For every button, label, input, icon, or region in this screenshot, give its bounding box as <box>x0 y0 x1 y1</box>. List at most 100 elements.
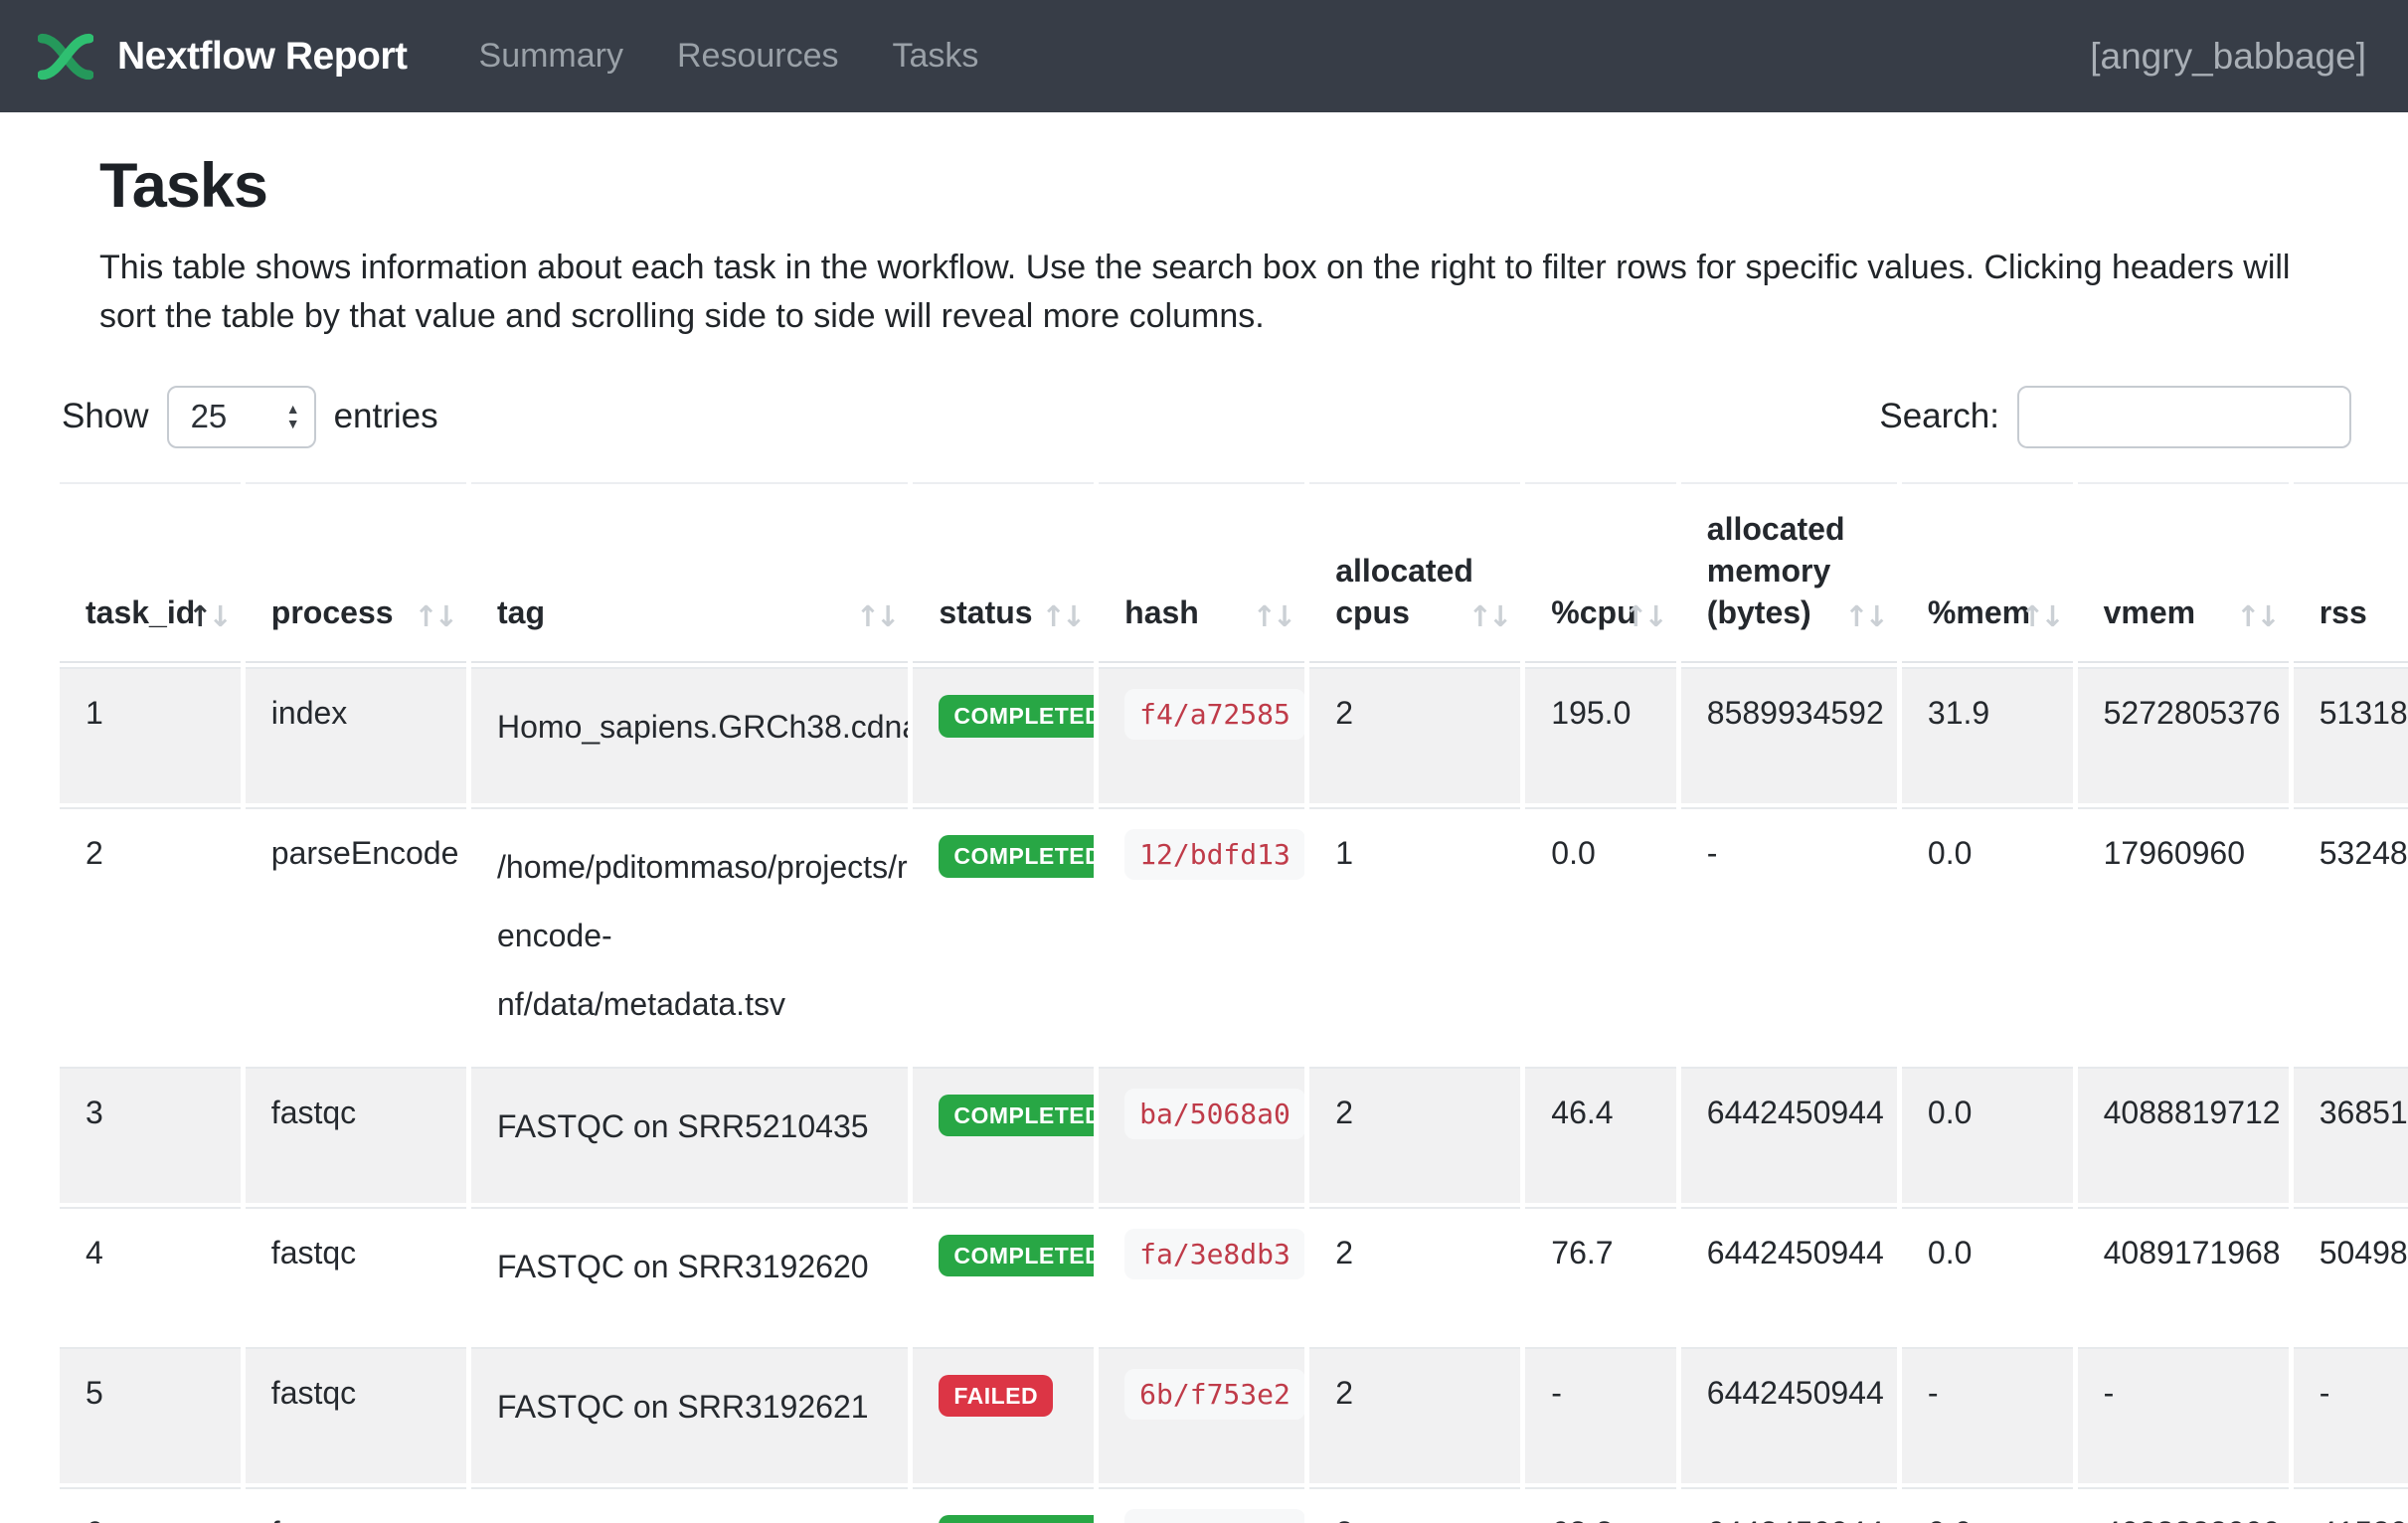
run-name: [angry_babbage] <box>2090 36 2366 78</box>
cell-hash: f4/a72585 <box>1099 667 1304 803</box>
cell-cpus: 1 <box>1309 807 1520 1062</box>
table-header-row: task_id↑↓process↑↓tag↑↓status↑↓hash↑↓all… <box>60 482 2408 664</box>
cell-cpus: 2 <box>1309 667 1520 803</box>
status-badge: COMPLETED <box>939 835 1094 877</box>
cell-rss: 53248000 <box>2294 807 2408 1062</box>
hash-code: ba/5068a0 <box>1124 1089 1304 1139</box>
cell-memory: - <box>1681 807 1897 1062</box>
main-content: Tasks This table shows information about… <box>0 150 2408 1523</box>
cell-task_id: 5 <box>60 1347 241 1483</box>
cell-task_id: 6 <box>60 1487 241 1523</box>
cell-pcpu: 46.4 <box>1525 1067 1676 1203</box>
cell-pcpu: 0.0 <box>1525 807 1676 1062</box>
column-header-vmem[interactable]: vmem ↑↓ <box>2078 482 2289 664</box>
sort-arrows-icon: ↑↓ <box>1042 597 1083 635</box>
column-label: task_id <box>86 594 195 630</box>
cell-memory: 6442450944 <box>1681 1207 1897 1343</box>
cell-pmem: 0.0 <box>1902 807 2073 1062</box>
hash-code: 12/bdfd13 <box>1124 829 1304 880</box>
tasks-table-wrapper: task_id↑↓process↑↓tag↑↓status↑↓hash↑↓all… <box>55 478 2408 1523</box>
cell-memory: 8589934592 <box>1681 667 1897 803</box>
table-row: 5fastqcFASTQC on SRR3192621FAILED 6b/f753… <box>60 1347 2408 1483</box>
nav-item-summary[interactable]: Summary <box>479 37 623 76</box>
cell-cpus: 2 <box>1309 1347 1520 1483</box>
table-row: 2parseEncode/home/pditommaso/projects/rn… <box>60 807 2408 1062</box>
column-label: allocated cpus <box>1335 553 1473 630</box>
cell-pcpu: 68.8 <box>1525 1487 1676 1523</box>
cell-rss: 3685109760 <box>2294 1067 2408 1203</box>
table-row: 4fastqcFASTQC on SRR3192620 COMPLETEDfa/3… <box>60 1207 2408 1343</box>
column-header-pcpu[interactable]: %cpu↑↓ <box>1525 482 1676 664</box>
cell-process: fastqc <box>246 1207 466 1343</box>
brand-title[interactable]: Nextflow Report <box>117 35 408 79</box>
column-header-hash[interactable]: hash↑↓ <box>1099 482 1304 664</box>
column-header-pmem[interactable]: %mem↑↓ <box>1902 482 2073 664</box>
cell-process: index <box>246 667 466 803</box>
column-header-tag[interactable]: tag↑↓ <box>471 482 908 664</box>
cell-memory: 6442450944 <box>1681 1347 1897 1483</box>
cell-status: COMPLETED <box>913 1487 1094 1523</box>
cell-tag: /home/pditommaso/projects/rnaseq-encode-… <box>471 807 908 1062</box>
sort-arrows-icon: ↑↓ <box>2236 597 2277 635</box>
hash-code: 1e/d7f3c2 <box>1124 1509 1304 1523</box>
cell-tag: Homo_sapiens.GRCh38.cdna.all.fa.gz <box>471 667 908 803</box>
hash-code: 6b/f753e2 <box>1124 1369 1304 1420</box>
status-badge: COMPLETED <box>939 1235 1094 1276</box>
cell-task_id: 2 <box>60 807 241 1062</box>
cell-memory: 6442450944 <box>1681 1067 1897 1203</box>
search-input[interactable] <box>2017 386 2351 448</box>
table-row: 3fastqcFASTQC on SRR5210435COMPLETEDba/5… <box>60 1067 2408 1203</box>
search-group: Search: <box>1879 386 2351 448</box>
cell-hash: fa/3e8db3 <box>1099 1207 1304 1343</box>
cell-tag: FASTQC on SRR3192620 <box>471 1207 908 1343</box>
column-header-rss[interactable]: rss↑↓ <box>2294 482 2408 664</box>
cell-pmem: 31.9 <box>1902 667 2073 803</box>
column-label: process <box>271 594 394 630</box>
sort-arrows-icon: ↑↓ <box>1844 597 1885 635</box>
cell-tag: FASTQC on SRR3192621 <box>471 1347 908 1483</box>
column-header-process[interactable]: process ↑↓ <box>246 482 466 664</box>
column-header-memory[interactable]: allocated memory (bytes)↑↓ <box>1681 482 1897 664</box>
sort-arrows-icon: ↑↓ <box>1624 597 1664 635</box>
column-label: status <box>939 594 1032 630</box>
column-header-cpus[interactable]: allocated cpus↑↓ <box>1309 482 1520 664</box>
column-header-status[interactable]: status ↑↓ <box>913 482 1094 664</box>
navbar: Nextflow Report Summary Resources Tasks … <box>0 0 2408 112</box>
cell-status: COMPLETED <box>913 1067 1094 1203</box>
sort-arrows-icon: ↑↓ <box>1468 597 1509 635</box>
cell-pmem: 0.0 <box>1902 1067 2073 1203</box>
cell-tag: FASTQC on SRR3192434 <box>471 1487 908 1523</box>
cell-hash: 6b/f753e2 <box>1099 1347 1304 1483</box>
table-row: 1indexHomo_sapiens.GRCh38.cdna.all.fa.gz… <box>60 667 2408 803</box>
table-controls: Show 25 ▲ ▼ entries Search: <box>62 386 2351 448</box>
cell-process: fastqc <box>246 1487 466 1523</box>
page-length-select[interactable]: 25 ▲ ▼ <box>167 386 316 448</box>
cell-status: COMPLETED <box>913 1207 1094 1343</box>
cell-rss: 5131825152 <box>2294 667 2408 803</box>
cell-vmem: 17960960 <box>2078 807 2289 1062</box>
cell-status: FAILED <box>913 1347 1094 1483</box>
cell-memory: 6442450944 <box>1681 1487 1897 1523</box>
cell-task_id: 4 <box>60 1207 241 1343</box>
cell-hash: 1e/d7f3c2 <box>1099 1487 1304 1523</box>
page-title: Tasks <box>99 150 2408 222</box>
column-label: vmem <box>2104 594 2196 630</box>
cell-hash: 12/bdfd13 <box>1099 807 1304 1062</box>
column-label: %mem <box>1928 594 2030 630</box>
column-header-task_id[interactable]: task_id↑↓ <box>60 482 241 664</box>
nav-item-resources[interactable]: Resources <box>677 37 839 76</box>
cell-process: parseEncode <box>246 807 466 1062</box>
cell-pmem: 0.0 <box>1902 1207 2073 1343</box>
cell-pmem: - <box>1902 1347 2073 1483</box>
cell-rss: - <box>2294 1347 2408 1483</box>
cell-vmem: 4088832000 <box>2078 1487 2289 1523</box>
cell-vmem: 4089171968 <box>2078 1207 2289 1343</box>
cell-pcpu: 195.0 <box>1525 667 1676 803</box>
sort-arrows-icon: ↑↓ <box>856 597 897 635</box>
cell-process: fastqc <box>246 1347 466 1483</box>
page-description: This table shows information about each … <box>99 244 2328 342</box>
column-label: allocated memory (bytes) <box>1707 511 1845 630</box>
sort-arrows-icon: ↑↓ <box>414 597 454 635</box>
cell-status: COMPLETED <box>913 807 1094 1062</box>
nav-item-tasks[interactable]: Tasks <box>893 37 979 76</box>
